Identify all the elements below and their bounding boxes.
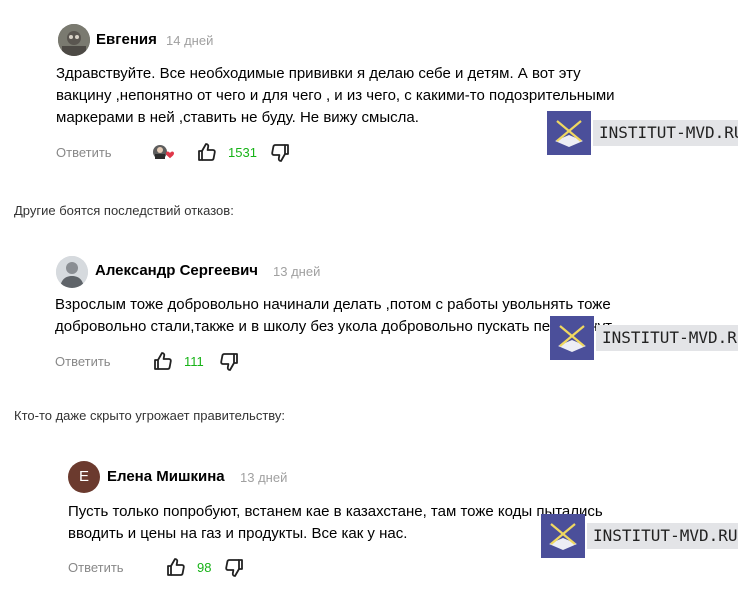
heart-icon — [166, 151, 174, 159]
like-count: 111 — [184, 354, 204, 369]
thumb-up-icon[interactable] — [166, 557, 186, 577]
thumb-up-icon[interactable] — [197, 142, 217, 162]
reply-button[interactable]: Ответить — [55, 354, 111, 369]
comment-author[interactable]: Александр Сергеевич — [95, 262, 258, 279]
avatar-photo — [56, 256, 88, 288]
comment-date: 14 дней — [166, 33, 214, 48]
thumb-down-icon[interactable] — [219, 352, 239, 372]
avatar-letter: Е — [78, 468, 89, 485]
watermark: INSTITUT-MVD.RU — [547, 111, 727, 155]
thumb-down-icon[interactable] — [270, 143, 290, 163]
watermark-logo-icon — [541, 514, 585, 558]
comment-author[interactable]: Евгения — [96, 31, 157, 48]
thumb-up-icon[interactable] — [153, 351, 173, 371]
watermark-text: INSTITUT-MVD.RU — [593, 120, 738, 146]
watermark: INSTITUT-MVD.RU — [550, 316, 730, 360]
thumb-down-icon[interactable] — [224, 558, 244, 578]
avatar[interactable] — [58, 24, 90, 56]
watermark-logo-icon — [547, 111, 591, 155]
reaction-avatars-icon — [152, 143, 176, 161]
reply-button[interactable]: Ответить — [56, 145, 112, 160]
like-count: 98 — [197, 560, 212, 575]
watermark-text: INSTITUT-MVD.RU — [596, 325, 738, 351]
avatar-photo — [58, 24, 90, 56]
watermark: INSTITUT-MVD.RU — [541, 514, 721, 558]
comment-text: Здравствуйте. Все необходимые прививки я… — [56, 65, 615, 126]
comment-author[interactable]: Елена Мишкина — [107, 468, 225, 485]
section-caption: Другие боятся последствий отказов: — [14, 203, 234, 218]
avatar[interactable] — [56, 256, 88, 288]
watermark-logo-icon — [550, 316, 594, 360]
like-count: 1531 — [228, 145, 257, 160]
comment-date: 13 дней — [240, 470, 288, 485]
avatar[interactable]: Е — [68, 461, 100, 493]
reply-button[interactable]: Ответить — [68, 560, 124, 575]
section-caption: Кто-то даже скрыто угрожает правительств… — [14, 408, 286, 423]
watermark-text: INSTITUT-MVD.RU — [587, 523, 738, 549]
comment-date: 13 дней — [273, 264, 321, 279]
